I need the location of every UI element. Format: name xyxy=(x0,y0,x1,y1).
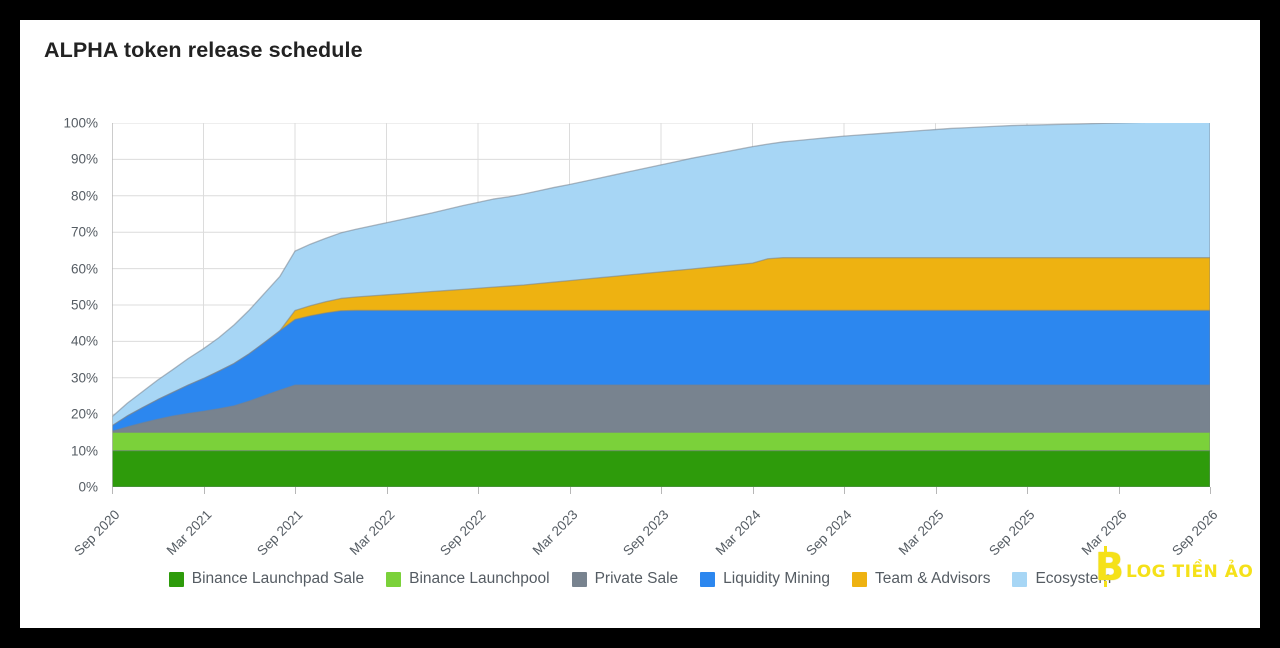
y-axis-tick-label: 20% xyxy=(70,406,98,422)
legend-swatch-icon xyxy=(168,571,184,587)
legend-swatch-icon xyxy=(852,571,868,587)
legend-swatch-icon xyxy=(571,571,587,587)
x-axis-tick-mark xyxy=(1210,487,1211,494)
x-axis-tick-mark xyxy=(661,487,662,494)
y-axis-tick-label: 90% xyxy=(70,151,98,167)
y-axis-tick-label: 80% xyxy=(70,188,98,204)
x-axis-tick-mark xyxy=(569,487,571,494)
plot-area xyxy=(112,123,1210,487)
x-axis-tick-mark xyxy=(1118,487,1120,494)
chart-card: ALPHA token release schedule 0% 10% 20% 30%… xyxy=(20,20,1260,628)
legend-item[interactable]: Private Sale xyxy=(571,570,679,588)
y-axis-tick-label: 30% xyxy=(70,370,98,386)
legend-swatch-icon xyxy=(1012,571,1028,587)
y-axis-tick-label: 100% xyxy=(63,115,98,131)
chart-container: 0% 10% 20% 30% 40% 50% 60% 70% 80% 90% 100% Sep 20… xyxy=(20,20,1260,628)
x-axis-tick-mark xyxy=(112,487,113,494)
y-axis-tick-label: 40% xyxy=(70,333,98,349)
stacked-area-chart xyxy=(112,123,1210,487)
y-axis-ticks: 0% 10% 20% 30% 40% 50% 60% 70% 80% 90% 100% xyxy=(52,116,106,495)
legend-label: Team & Advisors xyxy=(875,570,991,587)
x-axis-tick-mark xyxy=(935,487,937,494)
area-series-group xyxy=(112,123,1210,487)
y-axis-tick-label: 50% xyxy=(70,297,98,313)
x-axis-tick-mark xyxy=(386,487,388,494)
legend-item[interactable]: Binance Launchpad Sale xyxy=(168,570,365,588)
legend-label: Private Sale xyxy=(594,570,679,587)
y-axis-tick-label: 60% xyxy=(70,261,98,277)
legend-label: Binance Launchpad Sale xyxy=(191,570,365,587)
x-axis-tick-mark xyxy=(295,487,296,494)
legend-swatch-icon xyxy=(386,571,402,587)
chart-legend: Binance Launchpad Sale Binance Launchpool… xyxy=(20,566,1260,592)
x-axis-tick-mark xyxy=(203,487,205,494)
legend-label: Binance Launchpool xyxy=(409,570,550,587)
legend-item[interactable]: Liquidity Mining xyxy=(700,570,830,588)
legend-item[interactable]: Ecosystem xyxy=(1012,570,1111,588)
x-axis-tick-mark xyxy=(478,487,479,494)
x-axis-tick-mark xyxy=(752,487,754,494)
screenshot-frame: ALPHA token release schedule 0% 10% 20% 30%… xyxy=(0,0,1280,648)
legend-swatch-icon xyxy=(700,571,716,587)
y-axis-tick-label: 10% xyxy=(70,443,98,459)
y-axis-tick-label: 0% xyxy=(78,479,98,495)
legend-item[interactable]: Team & Advisors xyxy=(852,570,990,588)
y-axis-tick-label: 70% xyxy=(70,224,98,240)
legend-item[interactable]: Binance Launchpool xyxy=(386,570,550,588)
legend-label: Liquidity Mining xyxy=(723,570,831,587)
x-axis-tick-mark xyxy=(844,487,845,494)
area-series xyxy=(112,449,1210,487)
legend-label: Ecosystem xyxy=(1035,570,1112,587)
x-axis-tick-mark xyxy=(1027,487,1028,494)
